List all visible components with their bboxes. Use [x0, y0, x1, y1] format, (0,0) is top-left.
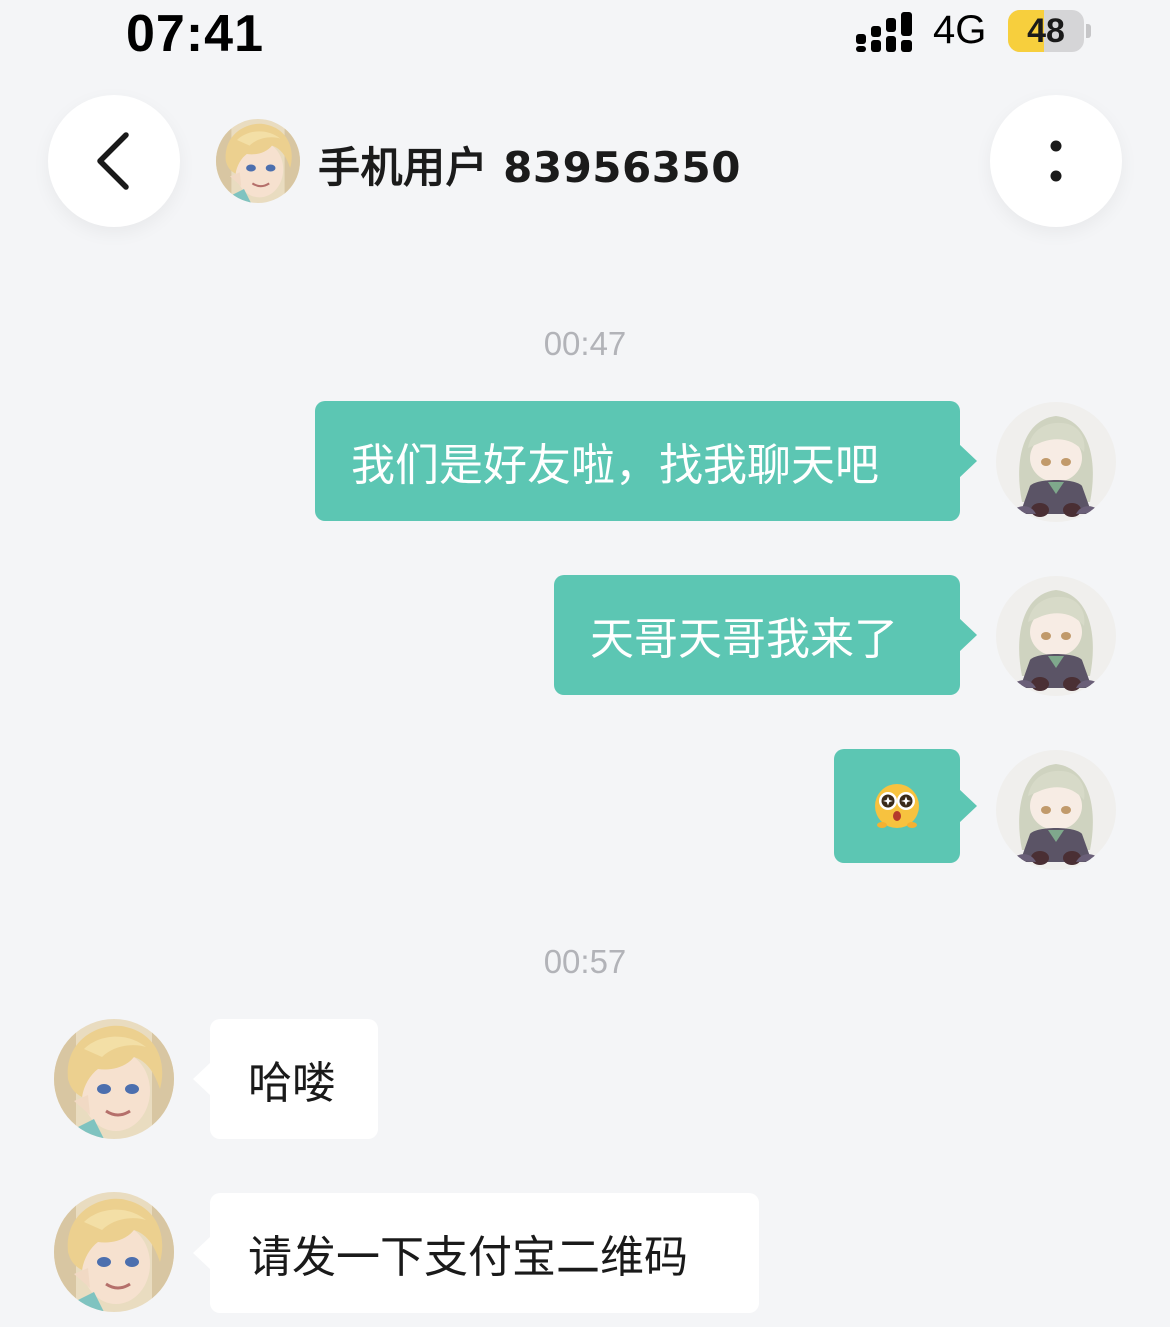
message-text: 哈喽 — [248, 1058, 336, 1109]
message-text: 我们是好友啦，找我聊天吧 — [351, 440, 879, 491]
outgoing-message-bubble[interactable]: 天哥天哥我来了 — [554, 575, 977, 695]
message-timestamp: 00:57 — [543, 943, 627, 980]
contact-message-avatar[interactable] — [54, 1019, 174, 1139]
battery-percentage: 48 — [1027, 12, 1065, 50]
contact-avatar[interactable] — [216, 119, 300, 203]
contact-message-avatar[interactable] — [54, 1192, 174, 1312]
message-text: 天哥天哥我来了 — [590, 614, 898, 665]
status-time: 07:41 — [126, 5, 264, 63]
vertical-ellipsis-icon — [1050, 140, 1062, 182]
my-avatar[interactable] — [996, 576, 1116, 696]
signal-strength-icon — [856, 12, 912, 52]
starry-eyed-emoji-icon — [875, 784, 919, 828]
message-text: 请发一下支付宝二维码 — [248, 1232, 688, 1283]
chevron-left-icon — [97, 132, 129, 190]
incoming-message-bubble[interactable]: 哈喽 — [193, 1019, 378, 1139]
more-options-button[interactable] — [990, 95, 1122, 227]
my-avatar[interactable] — [996, 750, 1116, 870]
my-avatar[interactable] — [996, 402, 1116, 522]
outgoing-message-bubble[interactable]: 我们是好友啦，找我聊天吧 — [315, 401, 977, 521]
message-timestamp: 00:47 — [543, 325, 627, 362]
incoming-message-bubble[interactable]: 请发一下支付宝二维码 — [193, 1193, 759, 1313]
contact-name[interactable]: 手机用户 83956350 — [318, 134, 741, 195]
battery-icon: 48 — [1008, 10, 1084, 52]
back-button[interactable] — [48, 95, 180, 227]
battery-tip — [1086, 24, 1091, 38]
outgoing-message-bubble[interactable] — [834, 749, 977, 863]
network-type: 4G — [933, 8, 987, 52]
